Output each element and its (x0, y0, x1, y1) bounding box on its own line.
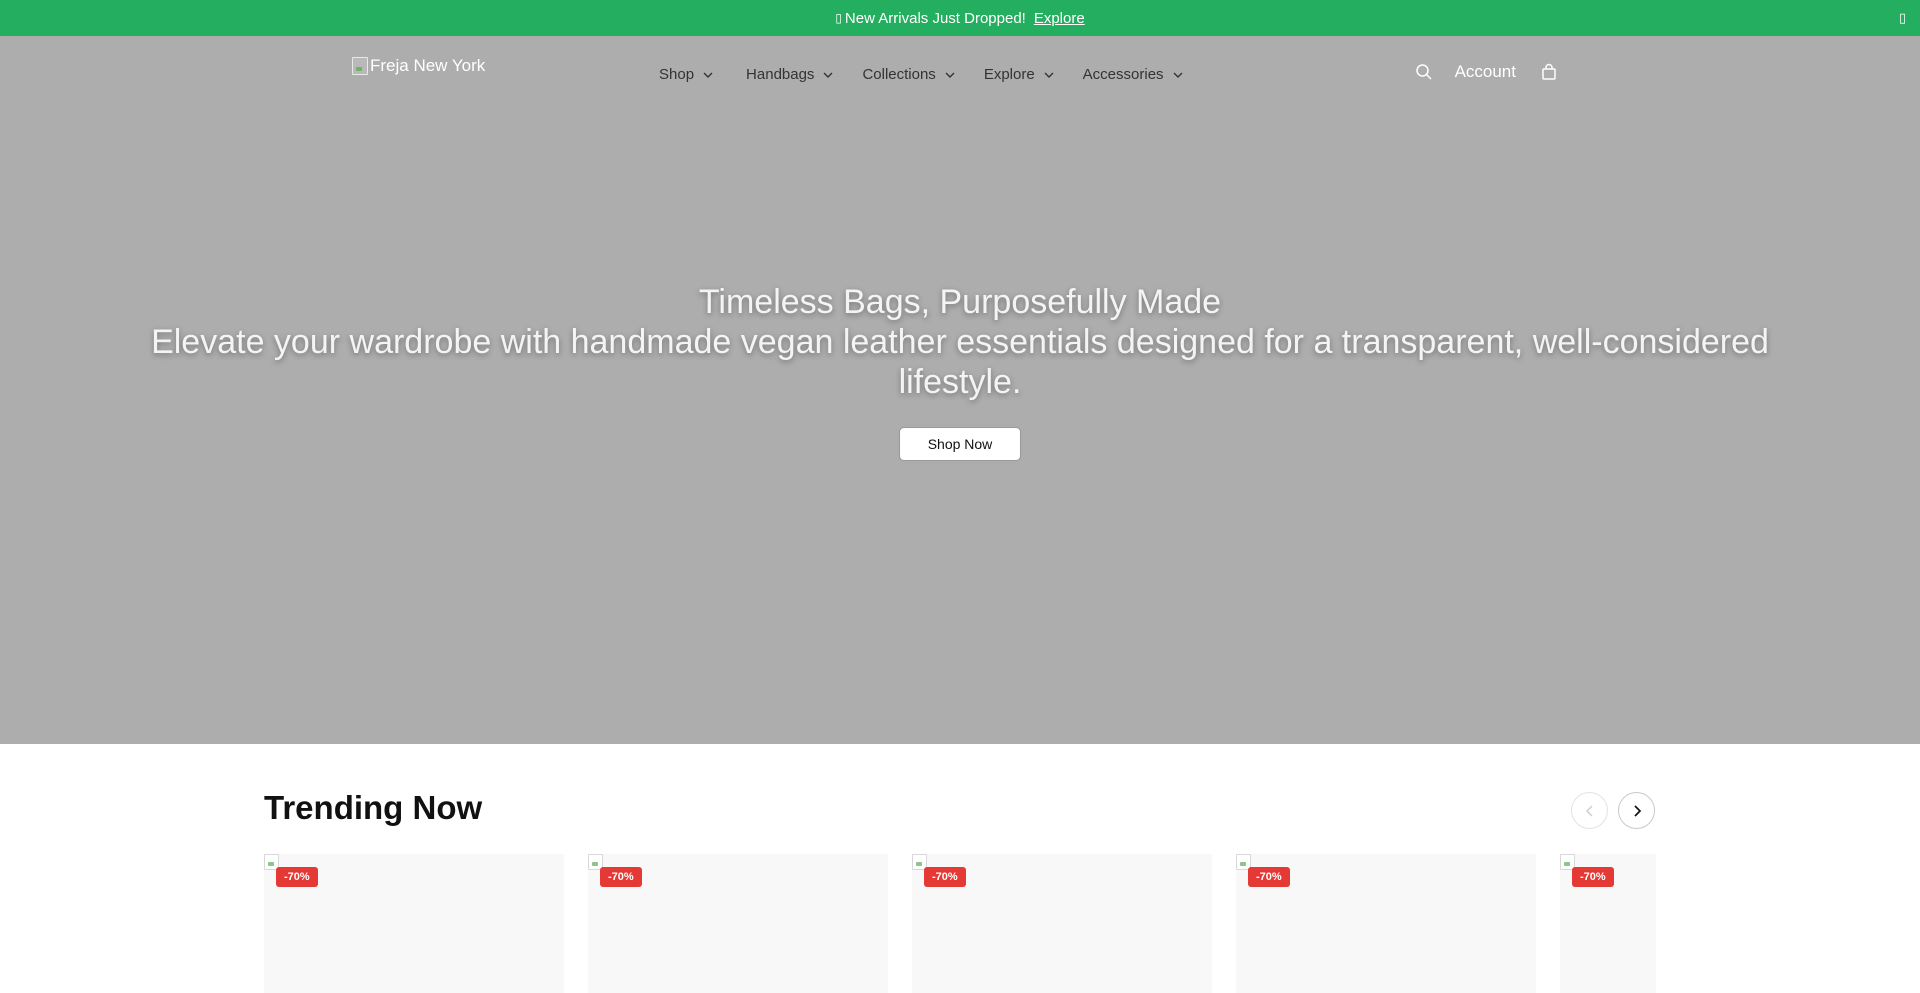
hero-title: Timeless Bags, Purposefully Made (698, 283, 1222, 321)
nav-item-label: Shop (659, 66, 695, 83)
discount-badge: -70% (1572, 867, 1614, 887)
header-actions: Account (1415, 62, 1558, 82)
nav-item-accessories[interactable]: Accessories (1083, 66, 1184, 83)
nav-item-explore[interactable]: Explore (984, 66, 1055, 83)
logo[interactable]: Freja New York (352, 56, 485, 76)
shop-now-button[interactable]: Shop Now (899, 427, 1021, 461)
announcement-text: New Arrivals Just Dropped! (844, 9, 1026, 27)
account-link[interactable]: Account (1455, 62, 1516, 82)
site-header: Freja New York Shop Handbags Collections… (0, 36, 1920, 116)
close-icon[interactable]: ▯ (1899, 10, 1906, 26)
gift-icon: ▯ (835, 11, 842, 25)
hero-section: Freja New York Shop Handbags Collections… (0, 36, 1920, 744)
shopping-bag-icon[interactable] (1540, 63, 1558, 81)
discount-badge: -70% (1248, 867, 1290, 887)
announcement-bar: ▯ New Arrivals Just Dropped! Explore ▯ (0, 0, 1920, 36)
discount-badge: -70% (600, 867, 642, 887)
search-icon[interactable] (1415, 63, 1433, 81)
main-nav: Shop Handbags Collections Explore Access… (659, 66, 1212, 83)
discount-badge: -70% (924, 867, 966, 887)
chevron-down-icon (703, 72, 713, 78)
nav-item-label: Explore (983, 66, 1035, 83)
nav-item-collections[interactable]: Collections (862, 66, 955, 83)
nav-item-shop[interactable]: Shop (659, 66, 714, 83)
discount-badge: -70% (276, 867, 318, 887)
product-carousel: -70% -70% -70% -70% -70% (264, 854, 1656, 993)
product-card[interactable]: -70% (1236, 854, 1536, 993)
chevron-down-icon (1044, 72, 1054, 78)
nav-item-handbags[interactable]: Handbags (746, 66, 834, 83)
broken-image-icon (352, 57, 368, 75)
carousel-next-button[interactable] (1618, 792, 1655, 829)
explore-link[interactable]: Explore (1034, 10, 1085, 27)
chevron-down-icon (823, 72, 833, 78)
nav-item-label: Collections (862, 66, 936, 83)
hero-subtitle: Elevate your wardrobe with handmade vega… (151, 323, 1769, 401)
section-title: Trending Now (264, 789, 483, 826)
chevron-down-icon (945, 72, 955, 78)
chevron-left-icon (1585, 804, 1593, 817)
product-card[interactable]: -70% (264, 854, 564, 993)
chevron-right-icon (1633, 804, 1641, 817)
product-card[interactable]: -70% (912, 854, 1212, 993)
hero-text: Timeless Bags, Purposefully Made Elevate… (0, 282, 1920, 402)
nav-item-label: Handbags (746, 66, 815, 83)
product-card[interactable]: -70% (588, 854, 888, 993)
product-card[interactable]: -70% (1560, 854, 1656, 993)
chevron-down-icon (1173, 72, 1183, 78)
nav-item-label: Accessories (1082, 66, 1164, 83)
logo-alt-text: Freja New York (370, 56, 486, 75)
carousel-prev-button[interactable] (1571, 792, 1608, 829)
